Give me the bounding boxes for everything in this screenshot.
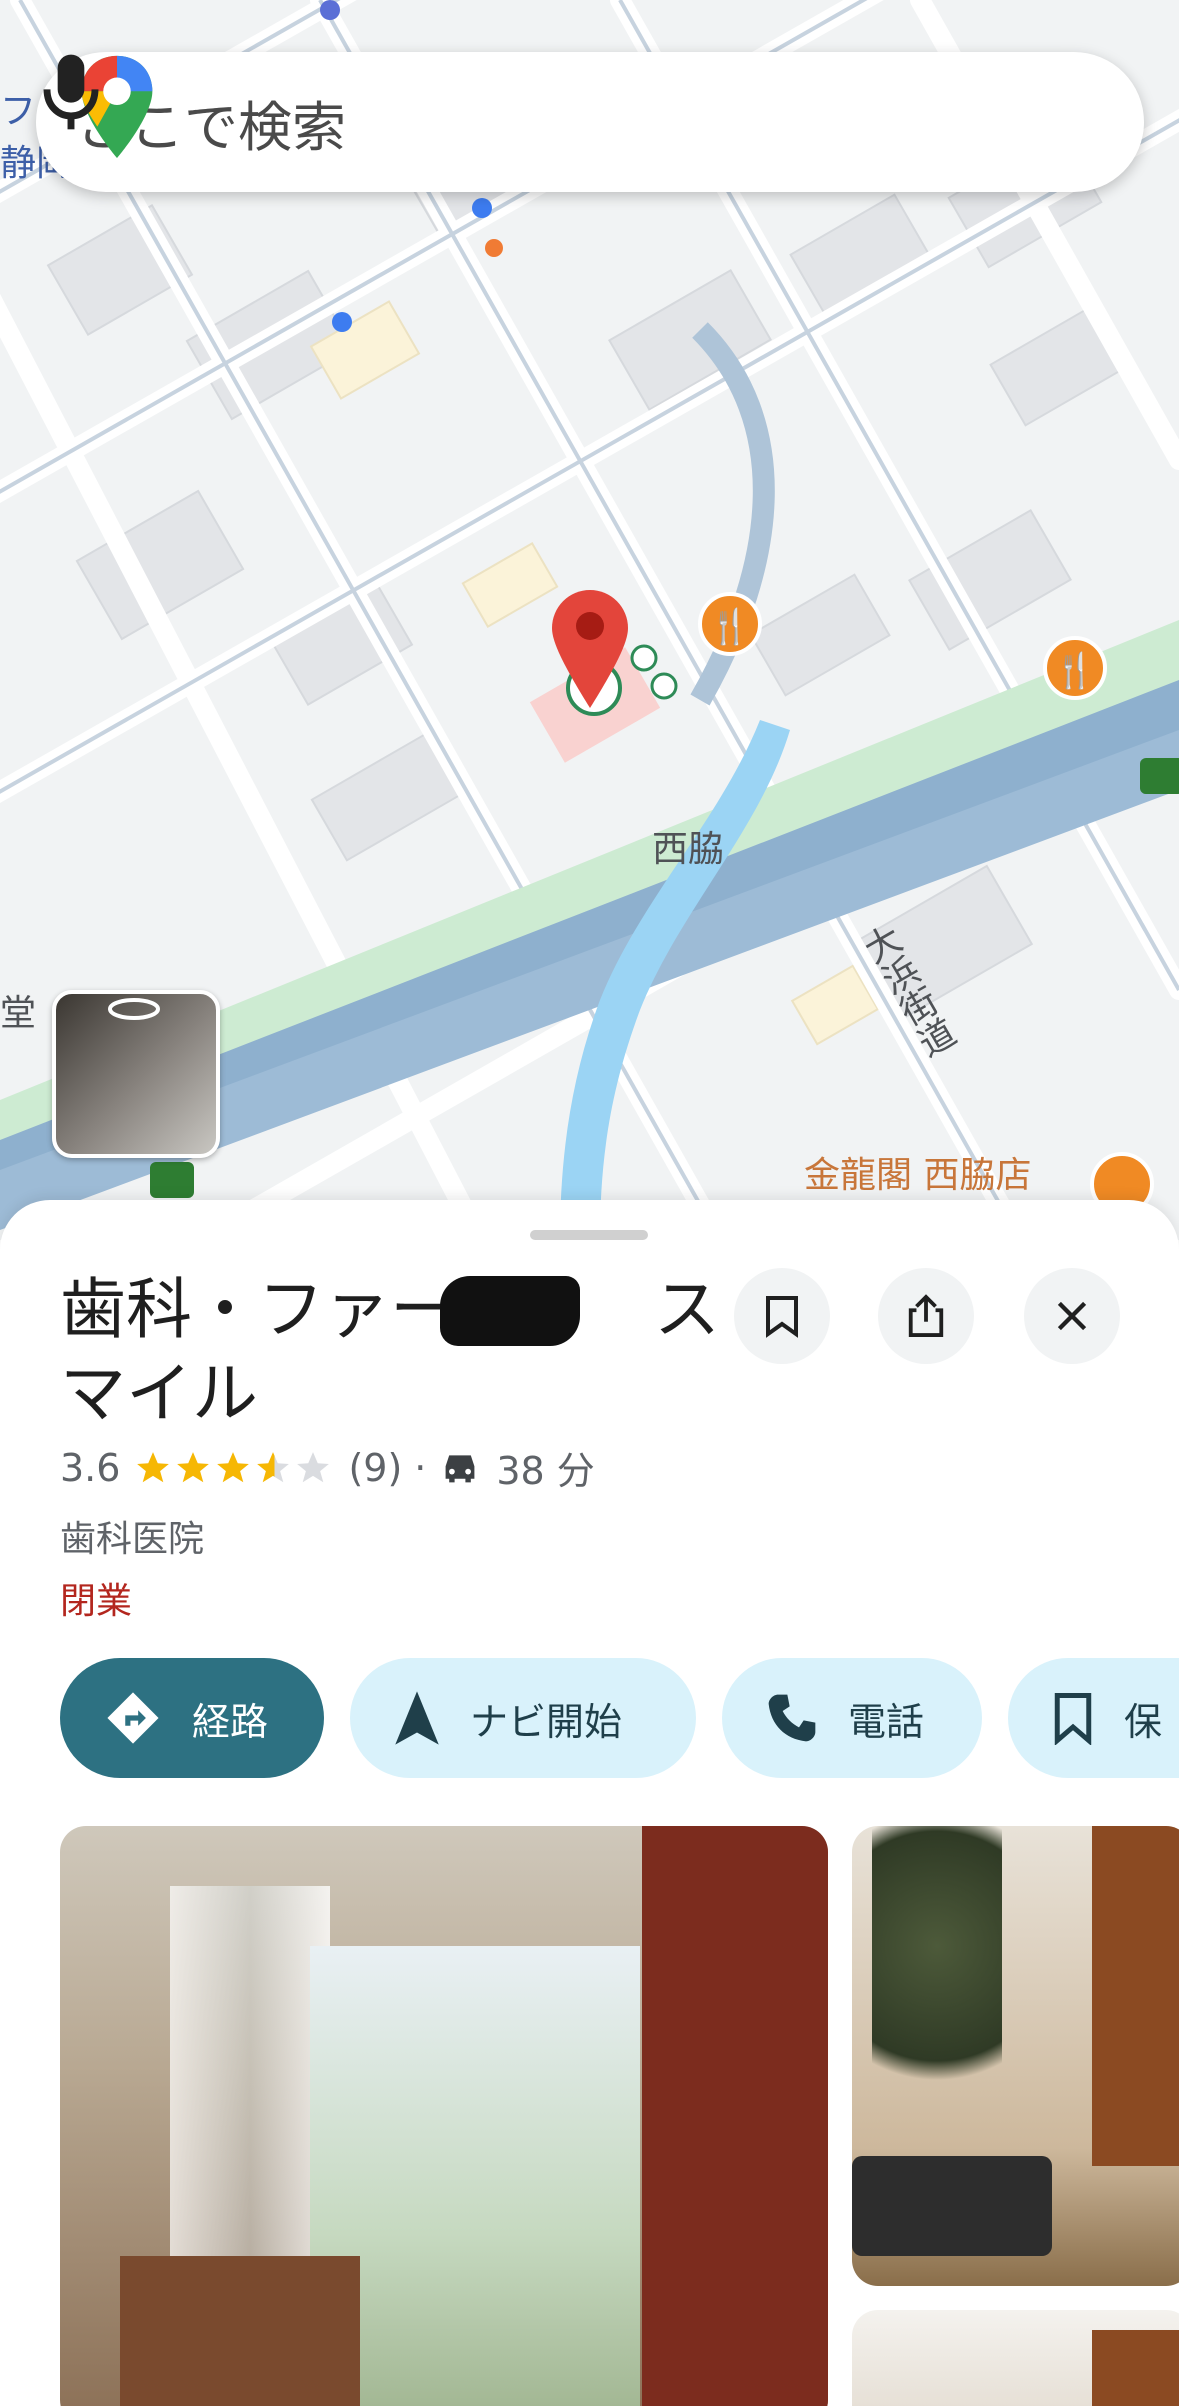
start-navigation-button[interactable]: ナビ開始 bbox=[350, 1658, 696, 1778]
place-details-sheet[interactable]: 歯科・ファー スマイル 3.6 (9) · 38 分 歯科医院 閉業 経路 ナビ… bbox=[0, 1200, 1179, 2406]
car-icon bbox=[445, 1454, 475, 1482]
street-view-thumbnail[interactable] bbox=[52, 990, 220, 1158]
start-navigation-label: ナビ開始 bbox=[470, 1699, 623, 1744]
photo-waiting-area[interactable] bbox=[852, 1826, 1179, 2286]
close-button[interactable] bbox=[1024, 1268, 1120, 1364]
svg-text:🍴: 🍴 bbox=[1054, 651, 1096, 691]
bookmark-icon bbox=[766, 1296, 798, 1338]
call-label: 電話 bbox=[848, 1699, 925, 1744]
rating-value: 3.6 bbox=[60, 1445, 121, 1490]
restaurant-marker[interactable]: 🍴 bbox=[698, 592, 762, 656]
search-bar[interactable]: ここで検索 bbox=[36, 52, 1144, 192]
redaction-mark bbox=[440, 1276, 580, 1346]
directions-button[interactable]: 経路 bbox=[60, 1658, 324, 1778]
map-label-poi-restaurant[interactable]: 金龍閣 西脇店 bbox=[804, 1146, 1031, 1198]
rating-row[interactable]: 3.6 (9) · 38 分 bbox=[60, 1440, 595, 1495]
photo-clinic-interior[interactable] bbox=[60, 1826, 828, 2406]
star-empty-icon bbox=[297, 1451, 330, 1482]
business-status: 閉業 bbox=[60, 1581, 133, 1622]
directions-icon bbox=[107, 1692, 159, 1744]
restaurant-marker[interactable]: 🍴 bbox=[1043, 636, 1107, 700]
photo-hallway[interactable] bbox=[852, 2310, 1179, 2406]
directions-label: 経路 bbox=[192, 1699, 269, 1744]
close-icon bbox=[1057, 1301, 1087, 1331]
sheet-drag-handle[interactable] bbox=[530, 1230, 648, 1240]
search-input[interactable]: ここで検索 bbox=[76, 83, 1144, 162]
star-rating bbox=[134, 1449, 334, 1487]
star-full-icon bbox=[217, 1451, 250, 1482]
share-icon bbox=[908, 1294, 944, 1337]
share-button[interactable] bbox=[878, 1268, 974, 1364]
microphone-icon[interactable] bbox=[36, 52, 106, 132]
map-view[interactable]: 🍴 🍴 西脇 大浜街道 金龍閣 西脇店 フス 静岡 堂 ここで検 bbox=[0, 0, 1179, 1240]
rotate-360-icon bbox=[108, 998, 160, 1020]
photo-gallery[interactable] bbox=[60, 1826, 1179, 2406]
place-category: 歯科医院 bbox=[60, 1519, 205, 1560]
navigation-arrow-icon bbox=[395, 1691, 439, 1745]
phone-icon bbox=[768, 1694, 816, 1742]
place-title: 歯科・ファー スマイル bbox=[60, 1271, 720, 1432]
action-chips: 経路 ナビ開始 電話 保 bbox=[60, 1658, 1179, 1778]
map-label-area: 西脇 bbox=[652, 829, 725, 870]
separator: · bbox=[414, 1445, 427, 1490]
svg-text:🍴: 🍴 bbox=[709, 607, 751, 647]
star-full-icon bbox=[177, 1451, 210, 1482]
bookmark-icon bbox=[1054, 1693, 1092, 1745]
review-count[interactable]: (9) bbox=[348, 1446, 402, 1490]
map-label-partial: 堂 bbox=[0, 993, 37, 1034]
drive-time: 38 分 bbox=[496, 1449, 595, 1493]
save-button[interactable] bbox=[734, 1268, 830, 1364]
star-half-icon bbox=[257, 1451, 290, 1482]
save-chip-label: 保 bbox=[1124, 1699, 1163, 1744]
save-chip-button[interactable]: 保 bbox=[1008, 1658, 1179, 1778]
call-button[interactable]: 電話 bbox=[722, 1658, 982, 1778]
star-full-icon bbox=[137, 1451, 170, 1482]
